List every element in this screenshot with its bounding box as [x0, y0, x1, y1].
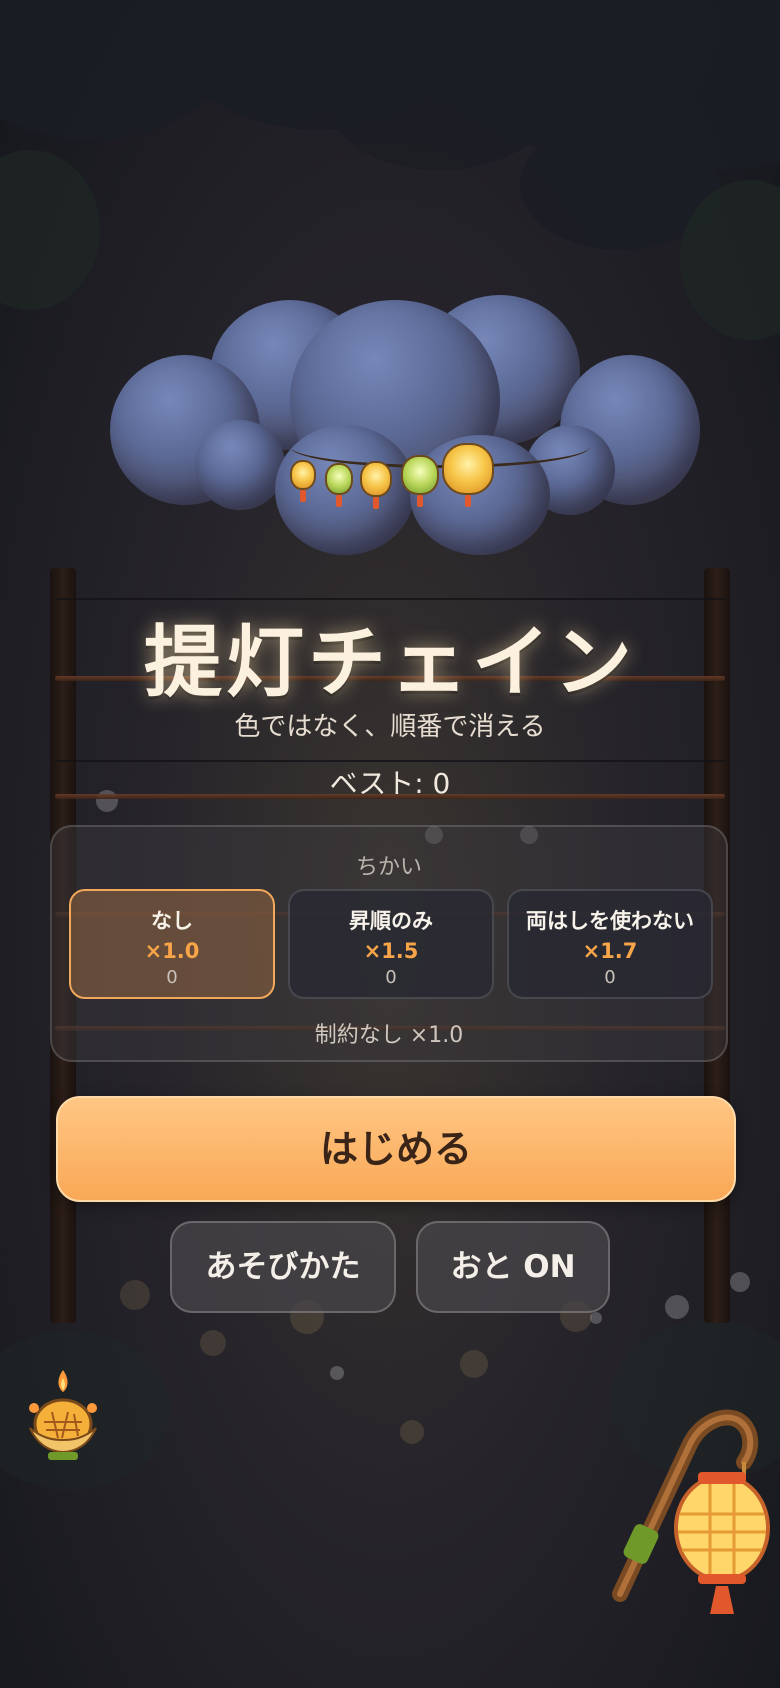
lotus-lantern-icon [29, 1370, 97, 1460]
game-title: 提灯チェイン [143, 618, 636, 708]
start-button[interactable]: はじめる [56, 1096, 736, 1202]
pledge-heading: ちかい [355, 855, 422, 880]
pledge-option-label: 昇順のみ [349, 909, 433, 933]
pledge-option-multiplier: ×1.0 [144, 939, 200, 963]
pledge-option-ascending[interactable]: 昇順のみ ×1.5 0 [288, 889, 494, 999]
pledge-option-none[interactable]: なし ×1.0 0 [69, 889, 275, 999]
lantern-icon [290, 460, 316, 502]
pledge-note: 制約なし ×1.0 [314, 1023, 464, 1048]
best-score: ベスト: 0 [329, 767, 451, 800]
pledge-option-count: 0 [604, 967, 616, 988]
pledge-option-multiplier: ×1.5 [363, 939, 419, 963]
game-subtitle: 色ではなく、順番で消える [234, 712, 546, 742]
pledge-option-count: 0 [385, 967, 397, 988]
pledge-panel: ちかい なし ×1.0 0 昇順のみ ×1.5 0 両はしを使わない ×1.7 … [50, 825, 728, 1062]
lantern-icon [401, 455, 439, 507]
pledge-option-label: 両はしを使わない [526, 909, 694, 933]
pledge-option-multiplier: ×1.7 [582, 939, 638, 963]
lantern-icon [442, 443, 494, 507]
pledge-option-count: 0 [166, 967, 178, 988]
pledge-option-no-ends[interactable]: 両はしを使わない ×1.7 0 [507, 889, 713, 999]
lantern-icon [360, 461, 392, 509]
hanging-lantern-staff-icon [612, 1409, 770, 1614]
how-to-play-button[interactable]: あそびかた [170, 1221, 396, 1313]
pledge-option-label: なし [151, 909, 193, 933]
lantern-icon [325, 463, 353, 507]
lantern-cloud-illustration [100, 285, 700, 565]
sound-toggle-button[interactable]: おと ON [416, 1221, 610, 1313]
